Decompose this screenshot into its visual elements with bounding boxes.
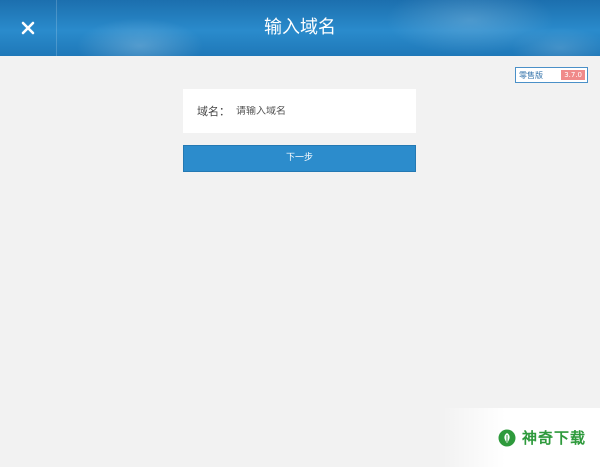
version-badge: 3.7.0 bbox=[561, 70, 585, 80]
watermark-text: 神奇下载 bbox=[521, 429, 586, 447]
edition-badge: 零售版 3.7.0 bbox=[515, 67, 588, 83]
close-icon bbox=[21, 21, 35, 35]
domain-field-label: 域名： bbox=[197, 105, 230, 118]
title-bar: 输入域名 bbox=[0, 0, 600, 56]
close-button[interactable] bbox=[0, 0, 57, 56]
domain-input[interactable] bbox=[236, 105, 396, 117]
page-title: 输入域名 bbox=[264, 17, 336, 38]
edition-label: 零售版 bbox=[519, 70, 543, 80]
domain-form-card: 域名： bbox=[183, 89, 416, 133]
leaf-logo-icon bbox=[498, 429, 516, 446]
watermark: 神奇下载 bbox=[442, 408, 600, 467]
next-step-button[interactable]: 下一步 bbox=[183, 145, 416, 172]
